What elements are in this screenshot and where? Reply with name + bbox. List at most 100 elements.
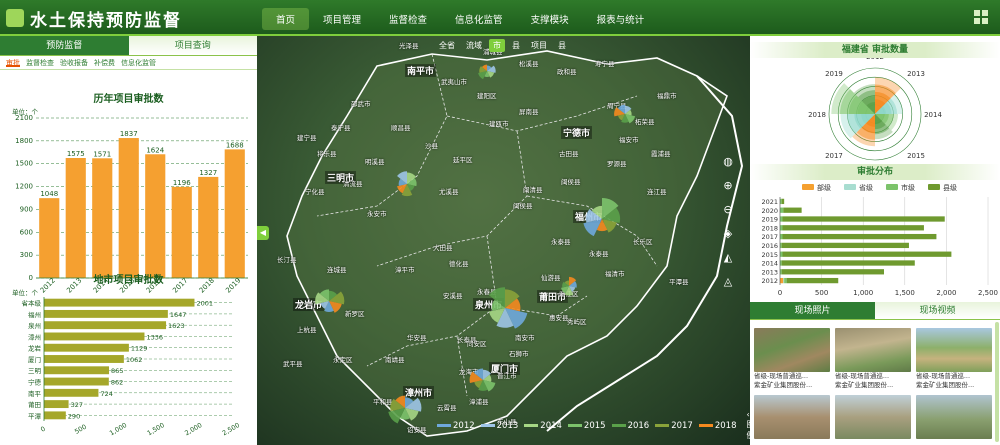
province-map[interactable]: 南平市宁德市三明市福州市龙岩市泉州市莆田市漳州市厦门市光泽县浦城县松溪县政和县寿… (257, 36, 750, 445)
media-tab-1[interactable]: 现场视频 (875, 302, 1000, 319)
map-pie-marker[interactable] (397, 171, 417, 197)
bar[interactable] (224, 149, 245, 278)
left-subtab-2[interactable]: 验收报备 (60, 58, 88, 67)
zoom-in-icon[interactable]: ⊕ (720, 178, 736, 194)
left-subtab-3[interactable]: 补偿费 (94, 58, 115, 67)
map-pie-marker[interactable] (478, 64, 496, 80)
site-photo[interactable] (754, 395, 830, 439)
legend-label[interactable]: 省级 (859, 183, 873, 192)
stacked-bar-segment[interactable] (781, 198, 785, 205)
site-photo[interactable] (835, 328, 911, 372)
measure-icon[interactable]: ◭ (720, 250, 736, 266)
left-subtab-1[interactable]: 监督检查 (26, 58, 54, 67)
left-subtab-0[interactable]: 审批 (6, 58, 20, 67)
map-filter-1[interactable]: 流域 (462, 39, 486, 52)
gallery-scrollbar[interactable] (995, 322, 999, 442)
stacked-bar-segment[interactable] (783, 207, 802, 213)
stacked-bar-segment[interactable] (782, 233, 937, 240)
site-photo[interactable] (916, 395, 992, 439)
map-filter-4[interactable]: 项目 (527, 39, 551, 52)
map-pie-marker[interactable] (583, 197, 621, 237)
legend-label[interactable]: 部级 (817, 183, 831, 192)
bar[interactable] (44, 377, 109, 386)
bar[interactable] (118, 138, 139, 278)
globe-icon[interactable]: ◍ (720, 154, 736, 170)
stacked-bar-segment[interactable] (780, 233, 783, 240)
apps-grid-icon[interactable] (974, 10, 988, 24)
bar[interactable] (44, 332, 145, 341)
photo-card[interactable] (754, 395, 830, 439)
map-filter-5[interactable]: 县 (554, 39, 570, 52)
photo-card[interactable]: 省级-现场普通巡... 紫金矿业集团股份... (754, 328, 830, 390)
media-tab-0[interactable]: 现场照片 (750, 302, 875, 319)
map-filter-0[interactable]: 全省 (435, 39, 459, 52)
layers-icon[interactable]: ◈ (720, 226, 736, 242)
photo-card[interactable] (835, 395, 911, 439)
stacked-bar-segment[interactable] (780, 277, 784, 284)
stacked-bar-segment[interactable] (780, 207, 784, 213)
photo-card[interactable]: 省级-现场普通巡... 紫金矿业集团股份... (835, 328, 911, 390)
left-tab-0[interactable]: 预防监督 (0, 36, 129, 55)
stacked-bar-segment[interactable] (782, 251, 952, 257)
bar[interactable] (44, 321, 167, 330)
map-pie-marker[interactable] (388, 395, 422, 424)
nav-item-2[interactable]: 监督检查 (375, 8, 441, 30)
year-legend-item[interactable]: 2017 (655, 421, 693, 431)
legend-label[interactable]: 县级 (943, 183, 957, 192)
stacked-bar-segment[interactable] (783, 277, 785, 284)
site-photo[interactable] (916, 328, 992, 372)
stacked-bar-segment[interactable] (782, 225, 924, 231)
stacked-bar-segment[interactable] (780, 216, 783, 222)
bar[interactable] (44, 400, 69, 409)
area-icon[interactable]: ◬ (720, 274, 736, 290)
photo-card[interactable] (916, 395, 992, 439)
stacked-bar-segment[interactable] (781, 269, 884, 275)
stacked-bar-segment[interactable] (786, 277, 839, 284)
stacked-bar-segment[interactable] (781, 260, 915, 266)
site-photo[interactable] (835, 395, 911, 439)
map-pie-marker[interactable] (469, 368, 496, 392)
bar[interactable] (39, 198, 60, 278)
bar[interactable] (44, 298, 195, 307)
nav-item-5[interactable]: 报表与统计 (583, 8, 659, 30)
legend-label[interactable]: 市级 (901, 183, 915, 192)
year-legend-item[interactable]: 2013 (480, 421, 518, 431)
map-filter-3[interactable]: 县 (508, 39, 524, 52)
photo-card[interactable]: 省级-现场普通巡... 紫金矿业集团股份... (916, 328, 992, 390)
bar[interactable] (65, 158, 86, 278)
left-subtab-4[interactable]: 信息化监管 (121, 58, 156, 67)
nav-item-1[interactable]: 项目管理 (309, 8, 375, 30)
nav-item-3[interactable]: 信息化监管 (441, 8, 517, 30)
year-legend-item[interactable]: 2012 (437, 421, 475, 431)
bar[interactable] (171, 186, 192, 278)
year-legend-item[interactable]: 2018 (698, 421, 736, 431)
nav-item-0[interactable]: 首页 (262, 8, 310, 30)
year-legend-item[interactable]: 2016 (611, 421, 649, 431)
site-photo[interactable] (754, 328, 830, 372)
map-filter-2[interactable]: 市 (489, 39, 505, 52)
stacked-bar-segment[interactable] (780, 225, 783, 231)
bar[interactable] (198, 176, 219, 278)
zoom-out-icon[interactable]: ⊖ (720, 202, 736, 218)
nav-item-4[interactable]: 支撑模块 (517, 8, 583, 30)
map-pie-marker[interactable] (315, 289, 345, 313)
bar[interactable] (44, 366, 110, 375)
map-pie-marker[interactable] (561, 276, 577, 296)
stacked-bar-segment[interactable] (782, 216, 945, 222)
bar[interactable] (44, 343, 129, 352)
stacked-bar-segment[interactable] (784, 277, 787, 284)
map-pie-marker[interactable] (614, 104, 636, 124)
stacked-bar-segment[interactable] (781, 242, 909, 249)
bar[interactable] (44, 411, 66, 420)
stacked-bar-segment[interactable] (780, 251, 783, 257)
year-legend-item[interactable]: 2014 (524, 421, 562, 431)
bar[interactable] (92, 158, 113, 278)
collapse-left-icon[interactable]: ◀ (257, 226, 269, 240)
left-tab-1[interactable]: 项目查询 (129, 36, 258, 55)
bar[interactable] (44, 309, 168, 318)
year-legend-item[interactable]: 2015 (567, 421, 606, 431)
bar[interactable] (145, 154, 166, 278)
map-pie-marker[interactable] (488, 287, 528, 329)
bar[interactable] (44, 388, 99, 397)
bar[interactable] (44, 355, 124, 363)
